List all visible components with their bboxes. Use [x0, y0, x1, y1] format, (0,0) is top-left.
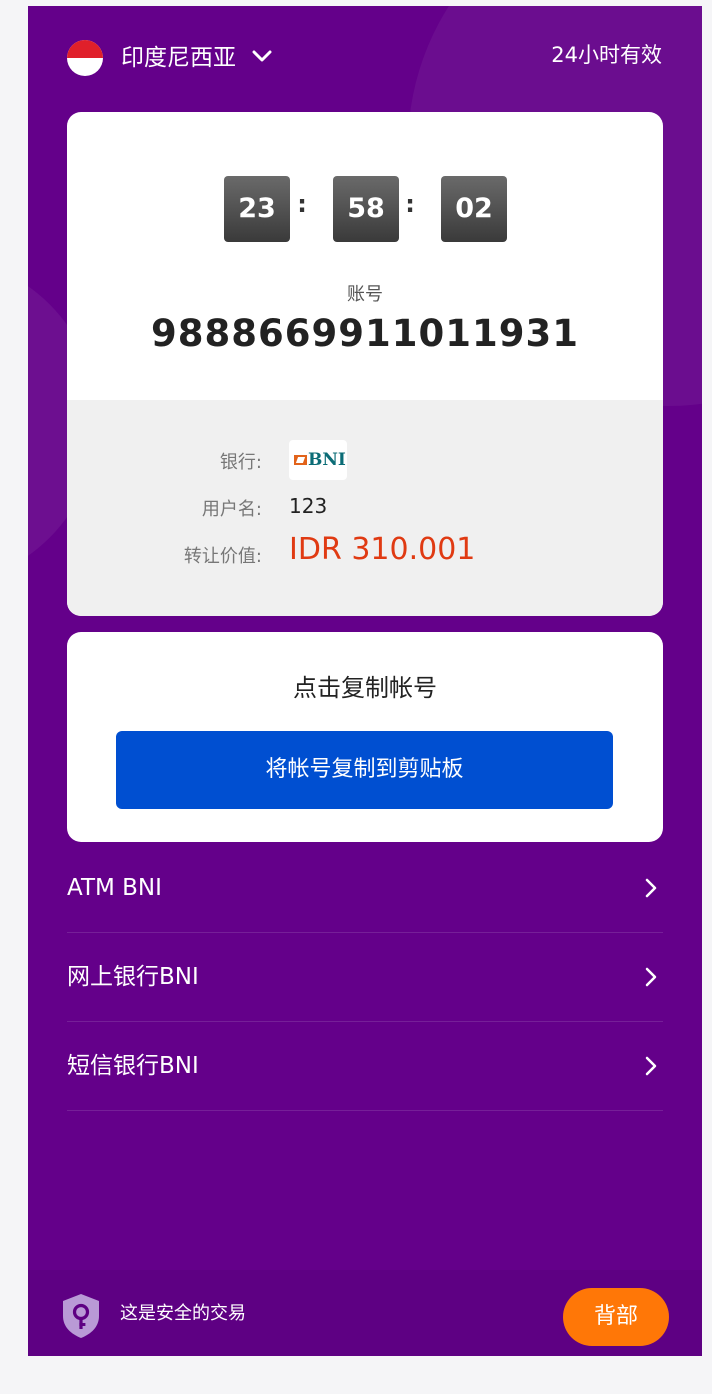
secure-transaction-text: 这是安全的交易 [120, 1303, 246, 1324]
menu-item-label: ATM BNI [67, 875, 162, 901]
amount-label: 转让价值: [183, 546, 262, 567]
menu-item-internet-banking-bni[interactable]: 网上银行BNI [67, 933, 663, 1022]
account-card: 23 : 58 : 02 账号 9888669911011931 银行: BNI… [67, 112, 663, 616]
validity-text: 24小时有效 [551, 43, 662, 67]
timer-hours: 23 [224, 176, 290, 242]
menu-item-atm-bni[interactable]: ATM BNI [67, 844, 663, 933]
account-number[interactable]: 9888669911011931 [67, 312, 663, 355]
timer-minutes: 58 [333, 176, 399, 242]
menu-item-label: 网上银行BNI [67, 964, 199, 990]
back-button[interactable]: 背部 [563, 1288, 669, 1346]
chevron-down-icon[interactable] [250, 44, 274, 68]
copy-card: 点击复制帐号 将帐号复制到剪贴板 [67, 632, 663, 842]
account-label: 账号 [347, 284, 383, 305]
transfer-details: 银行: BNI 用户名: 123 转让价值: IDR 310.001 [67, 400, 663, 616]
shield-key-icon [63, 1294, 99, 1338]
copy-title: 点击复制帐号 [293, 674, 437, 702]
menu-item-label: 短信银行BNI [67, 1053, 199, 1079]
bank-label: 银行: [219, 452, 262, 473]
timer-seconds: 02 [441, 176, 507, 242]
chevron-right-icon [645, 1056, 657, 1076]
timer-separator: : [405, 190, 415, 218]
timer-separator: : [297, 190, 307, 218]
amount-value: IDR 310.001 [289, 532, 476, 567]
top-bar: 印度尼西亚 24小时有效 [28, 6, 702, 112]
username-label: 用户名: [201, 499, 262, 520]
chevron-right-icon [645, 878, 657, 898]
bni-logo: BNI [289, 440, 347, 480]
payment-method-list: ATM BNI 网上银行BNI 短信银行BNI [67, 844, 663, 1111]
chevron-right-icon [645, 967, 657, 987]
countdown-timer: 23 : 58 : 02 [224, 176, 524, 246]
menu-item-sms-banking-bni[interactable]: 短信银行BNI [67, 1022, 663, 1111]
country-selector[interactable]: 印度尼西亚 [121, 40, 236, 76]
copy-account-button[interactable]: 将帐号复制到剪贴板 [116, 731, 613, 809]
bank-name: BNI [308, 450, 346, 470]
payment-page: 印度尼西亚 24小时有效 23 : 58 : 02 账号 98886699110… [28, 6, 702, 1356]
footer-bar: 这是安全的交易 背部 [28, 1270, 702, 1356]
username-value: 123 [289, 494, 328, 518]
indonesia-flag-icon[interactable] [67, 40, 103, 76]
